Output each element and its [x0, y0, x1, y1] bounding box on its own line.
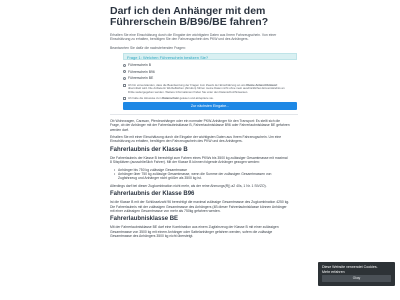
privacy-checkbox[interactable]	[123, 97, 126, 101]
consent-row: Ich bin einverstanden, dass die Beantwor…	[123, 83, 290, 95]
radio-button-b[interactable]	[123, 63, 126, 67]
privacy-text: Ich habe die Hinweise zum Datenschutz ge…	[128, 95, 288, 101]
option-license-b[interactable]: Führerschein B	[123, 63, 290, 68]
question-placeholder: Frage 1: Welchen Führerschein besitzen S…	[127, 54, 209, 60]
radio-button-be[interactable]	[123, 76, 126, 80]
class-b-note: Allerdings darf bei dieser Zugkombinatio…	[110, 183, 267, 188]
article-paragraph: Ob Wohnwagen, Caravan, Pferdeanhänger od…	[110, 118, 290, 132]
privacy-link[interactable]: Datenschutz	[162, 96, 179, 100]
radio-button-b96[interactable]	[123, 70, 126, 74]
consent-suffix: übermittelt wird. Die Anbieterin Werbefl…	[128, 86, 285, 95]
page-title: Darf ich den Anhänger mit dem Führersche…	[110, 5, 269, 28]
divider	[110, 114, 298, 115]
list-item: • Anhänger über 750 kg zulässige Gesamtma…	[114, 172, 290, 181]
consent-text: Ich bin einverstanden, dass die Beantwor…	[128, 83, 288, 95]
prompt-text: Beantworten Sie dafür die nachstehenden …	[110, 45, 186, 50]
class-b-list: • Anhänger bis 750 kg zulässige Gesamtmas…	[114, 168, 290, 181]
option-license-be[interactable]: Führerschein BE	[123, 76, 290, 81]
intro-text: Erhalten Sie eine Einschätzung durch die…	[110, 33, 277, 42]
cookie-learn-more-link[interactable]: Mehr erfahren	[322, 270, 345, 274]
class-b96-text: Ist die Klasse B mit der Schlüsselzahl 9…	[110, 200, 290, 214]
main-content: Darf ich den Anhänger mit dem Führersche…	[110, 5, 298, 242]
list-item-text: Anhänger über 750 kg zulässige Gesamtmas…	[118, 172, 272, 181]
next-step-button[interactable]: Zur nächsten Eingabe...	[123, 102, 297, 111]
option-label: Führerschein BE	[128, 76, 154, 81]
article-paragraph: Erhalten Sie mit einer Einschätzung durc…	[110, 134, 282, 144]
cookie-banner: Diese Website verwendet Cookies. Mehr er…	[318, 262, 395, 286]
option-license-b96[interactable]: Führerschein B96	[123, 69, 290, 74]
option-label: Führerschein B96	[128, 69, 155, 74]
cookie-accept-button[interactable]: Okay	[322, 275, 391, 282]
privacy-prefix: Ich habe die Hinweise zum	[128, 95, 163, 100]
privacy-row: Ich habe die Hinweise zum Datenschutz ge…	[123, 95, 290, 101]
page: Darf ich den Anhänger mit dem Führersche…	[0, 0, 400, 300]
heading-class-be: Fahrerlaubnisklasse BE	[110, 216, 179, 223]
question-field[interactable]: Frage 1: Welchen Führerschein besitzen S…	[123, 52, 297, 60]
heading-class-b96: Fahrerlaubnis der Klasse B96	[110, 191, 195, 198]
privacy-suffix: gelesen und akzeptiere sie.	[178, 95, 214, 100]
heading-class-b: Fahrerlaubnis der Klasse B	[110, 146, 188, 153]
consent-checkbox[interactable]	[123, 84, 126, 88]
license-options: Führerschein B Führerschein B96 Führersc…	[123, 63, 290, 81]
option-label: Führerschein B	[128, 63, 151, 68]
class-b-text: Die Fahrerlaubnis der Klasse B berechtig…	[110, 155, 288, 165]
class-be-text: Mit der Fahrerlaubnisklasse BE darf eine…	[110, 225, 279, 239]
